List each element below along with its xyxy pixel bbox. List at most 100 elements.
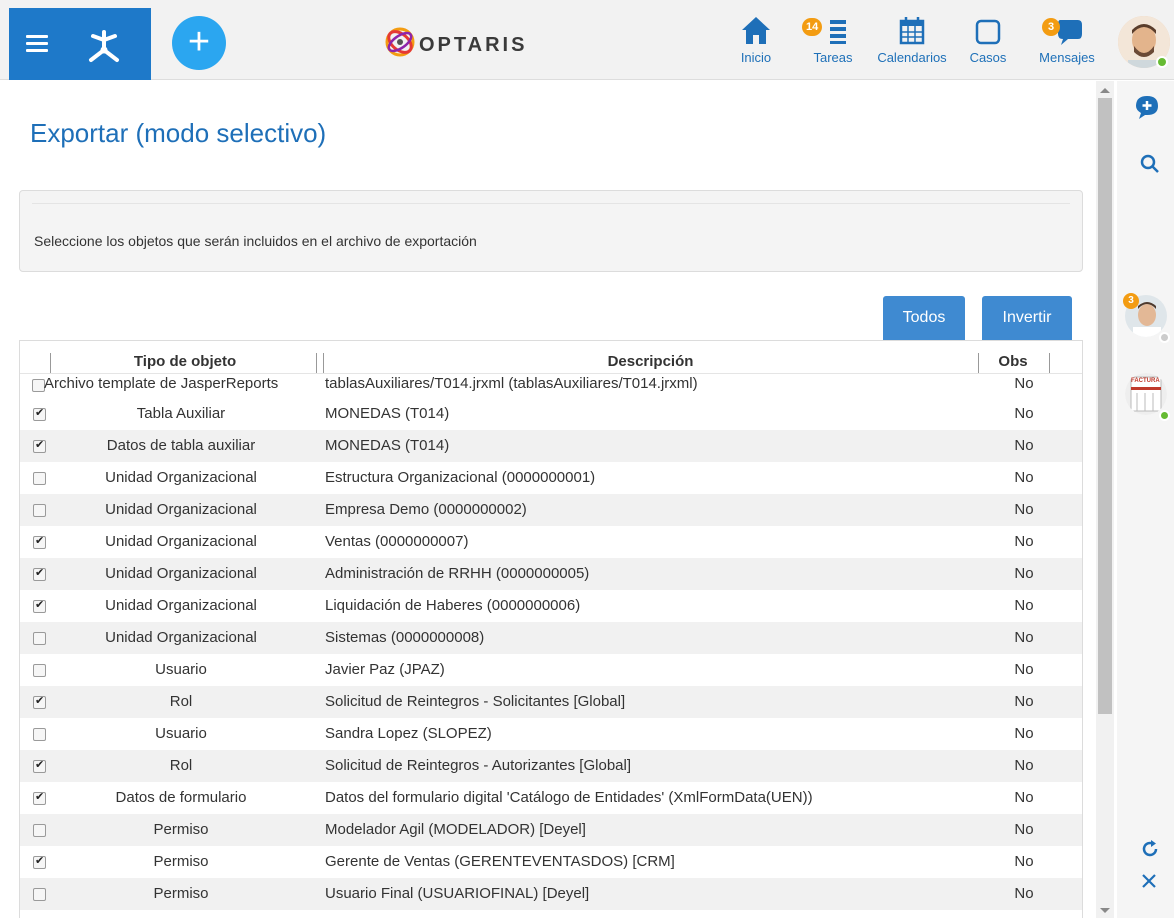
cell-obs: No bbox=[1014, 405, 1034, 422]
scrollbar-thumb[interactable] bbox=[1098, 98, 1112, 714]
cell-descripcion: Administración de RRHH (0000000005) bbox=[325, 565, 590, 582]
cell-tipo: Datos de formulario bbox=[115, 789, 247, 806]
company-logo: OPTARIS bbox=[383, 24, 553, 64]
table-row[interactable]: Archivo template de JasperReports tablasA… bbox=[20, 374, 1082, 398]
cell-obs: No bbox=[1014, 597, 1034, 614]
table-row[interactable]: Unidad Organizacional Empresa Demo (00000… bbox=[20, 494, 1082, 526]
table-row[interactable]: Permiso Gerente de Ventas (GERENTEVENTASD… bbox=[20, 846, 1082, 878]
table-row[interactable]: Usuario Sandra Lopez (SLOPEZ) No bbox=[20, 718, 1082, 750]
row-checkbox[interactable] bbox=[33, 694, 46, 709]
row-checkbox[interactable] bbox=[33, 728, 46, 741]
row-checkbox[interactable] bbox=[33, 758, 46, 773]
nav-mensajes[interactable]: 3 Mensajes bbox=[1034, 14, 1100, 65]
cell-tipo: Tabla Auxiliar bbox=[136, 405, 226, 422]
row-checkbox[interactable] bbox=[33, 472, 46, 485]
cell-descripcion: Sandra Lopez (SLOPEZ) bbox=[325, 725, 492, 742]
table-row[interactable]: Permiso Modelador Agil (MODELADOR) [Deyel… bbox=[20, 814, 1082, 846]
table-row[interactable]: Unidad Organizacional Administración de R… bbox=[20, 558, 1082, 590]
row-checkbox[interactable] bbox=[33, 406, 46, 421]
cell-tipo: Archivo template de JasperReports bbox=[44, 375, 279, 392]
cell-obs: No bbox=[1014, 757, 1034, 774]
column-header-tipo[interactable]: Tipo de objeto bbox=[50, 353, 320, 370]
column-header-descripcion[interactable]: Descripción bbox=[323, 353, 978, 370]
close-icon[interactable] bbox=[1141, 873, 1157, 889]
nav-label: Mensajes bbox=[1039, 50, 1095, 65]
cell-obs: No bbox=[1014, 885, 1034, 902]
row-checkbox[interactable] bbox=[33, 598, 46, 613]
row-checkbox[interactable] bbox=[33, 438, 46, 453]
nav-label: Inicio bbox=[740, 50, 772, 65]
table-body: Archivo template de JasperReports tablasA… bbox=[20, 374, 1082, 910]
tasks-icon bbox=[830, 20, 846, 44]
row-checkbox[interactable] bbox=[33, 824, 46, 837]
company-logo-text: OPTARIS bbox=[419, 34, 528, 56]
cell-tipo: Unidad Organizacional bbox=[105, 565, 257, 582]
row-checkbox[interactable] bbox=[33, 888, 46, 901]
table-row[interactable]: Rol Solicitud de Reintegros - Solicitante… bbox=[20, 686, 1082, 718]
cell-tipo: Unidad Organizacional bbox=[105, 469, 257, 486]
row-checkbox[interactable] bbox=[33, 504, 46, 517]
nav-calendarios[interactable]: Calendarios bbox=[872, 14, 952, 65]
table-row[interactable]: Datos de formulario Datos del formulario … bbox=[20, 782, 1082, 814]
cell-descripcion: Solicitud de Reintegros - Autorizantes [… bbox=[325, 757, 631, 774]
nav-label: Casos bbox=[969, 50, 1007, 65]
instructions-panel: Seleccione los objetos que serán incluid… bbox=[19, 190, 1083, 272]
column-header-obs[interactable]: Obs bbox=[978, 353, 1048, 370]
cell-descripcion: Ventas (0000000007) bbox=[325, 533, 469, 550]
row-checkbox[interactable] bbox=[33, 632, 46, 645]
row-checkbox[interactable] bbox=[33, 534, 46, 549]
cell-descripcion: Liquidación de Haberes (0000000006) bbox=[325, 597, 581, 614]
menu-icon[interactable] bbox=[26, 35, 48, 53]
nav-label: Calendarios bbox=[877, 50, 947, 65]
cell-descripcion: Gerente de Ventas (GERENTEVENTASDOS) [CR… bbox=[325, 853, 675, 870]
cell-obs: No bbox=[1014, 789, 1034, 806]
table-row[interactable]: Usuario Javier Paz (JPAZ) No bbox=[20, 654, 1082, 686]
cell-descripcion: tablasAuxiliares/T014.jrxml (tablasAuxil… bbox=[325, 375, 698, 392]
nav-tareas[interactable]: 14 Tareas bbox=[802, 14, 856, 65]
cell-descripcion: Datos del formulario digital 'Catálogo d… bbox=[325, 789, 813, 806]
table-row[interactable]: Rol Solicitud de Reintegros - Autorizante… bbox=[20, 750, 1082, 782]
cell-tipo: Datos de tabla auxiliar bbox=[106, 437, 256, 454]
nav-casos[interactable]: Casos bbox=[968, 14, 1008, 65]
cell-obs: No bbox=[1014, 661, 1034, 678]
cell-descripcion: Usuario Final (USUARIOFINAL) [Deyel] bbox=[325, 885, 590, 902]
refresh-icon[interactable] bbox=[1140, 839, 1160, 859]
table-row[interactable]: Permiso Usuario Final (USUARIOFINAL) [Dey… bbox=[20, 878, 1082, 910]
row-checkbox[interactable] bbox=[33, 790, 46, 805]
table-row[interactable]: Unidad Organizacional Estructura Organiza… bbox=[20, 462, 1082, 494]
cases-icon bbox=[975, 19, 1001, 45]
invert-selection-button[interactable]: Invertir bbox=[982, 296, 1072, 340]
nav-inicio[interactable]: Inicio bbox=[736, 14, 776, 65]
app-logo-icon[interactable] bbox=[85, 28, 123, 64]
table-row[interactable]: Unidad Organizacional Ventas (0000000007)… bbox=[20, 526, 1082, 558]
table-row[interactable]: Unidad Organizacional Sistemas (000000000… bbox=[20, 622, 1082, 654]
calendar-icon bbox=[899, 17, 925, 45]
cell-descripcion: Sistemas (0000000008) bbox=[325, 629, 485, 646]
row-checkbox[interactable] bbox=[33, 854, 46, 869]
instructions-text: Seleccione los objetos que serán incluid… bbox=[34, 233, 477, 249]
right-sidebar: 3 FACTURA bbox=[1117, 81, 1174, 918]
cell-obs: No bbox=[1014, 565, 1034, 582]
cell-descripcion: Solicitud de Reintegros - Solicitantes [… bbox=[325, 693, 626, 710]
table-row[interactable]: Tabla Auxiliar MONEDAS (T014) No bbox=[20, 398, 1082, 430]
scroll-up-icon[interactable] bbox=[1100, 88, 1110, 93]
cell-obs: No bbox=[1014, 853, 1034, 870]
search-icon[interactable] bbox=[1139, 153, 1161, 175]
table-header: Tipo de objeto Descripción Obs bbox=[20, 341, 1082, 374]
cell-obs: No bbox=[1014, 629, 1034, 646]
table-row[interactable]: Unidad Organizacional Liquidación de Habe… bbox=[20, 590, 1082, 622]
row-checkbox[interactable] bbox=[33, 566, 46, 581]
select-all-button[interactable]: Todos bbox=[883, 296, 965, 340]
new-message-icon[interactable] bbox=[1134, 94, 1160, 120]
add-button[interactable]: + bbox=[172, 16, 226, 70]
vertical-scrollbar[interactable] bbox=[1096, 81, 1114, 918]
nav-label: Tareas bbox=[813, 50, 853, 65]
row-checkbox[interactable] bbox=[33, 664, 46, 677]
cell-tipo: Permiso bbox=[153, 885, 209, 902]
scroll-down-icon[interactable] bbox=[1100, 908, 1110, 913]
cell-obs: No bbox=[1014, 533, 1034, 550]
cell-tipo: Unidad Organizacional bbox=[105, 501, 257, 518]
table-row[interactable]: Datos de tabla auxiliar MONEDAS (T014) No bbox=[20, 430, 1082, 462]
cell-tipo: Usuario bbox=[155, 725, 207, 742]
messages-badge: 3 bbox=[1042, 18, 1060, 36]
